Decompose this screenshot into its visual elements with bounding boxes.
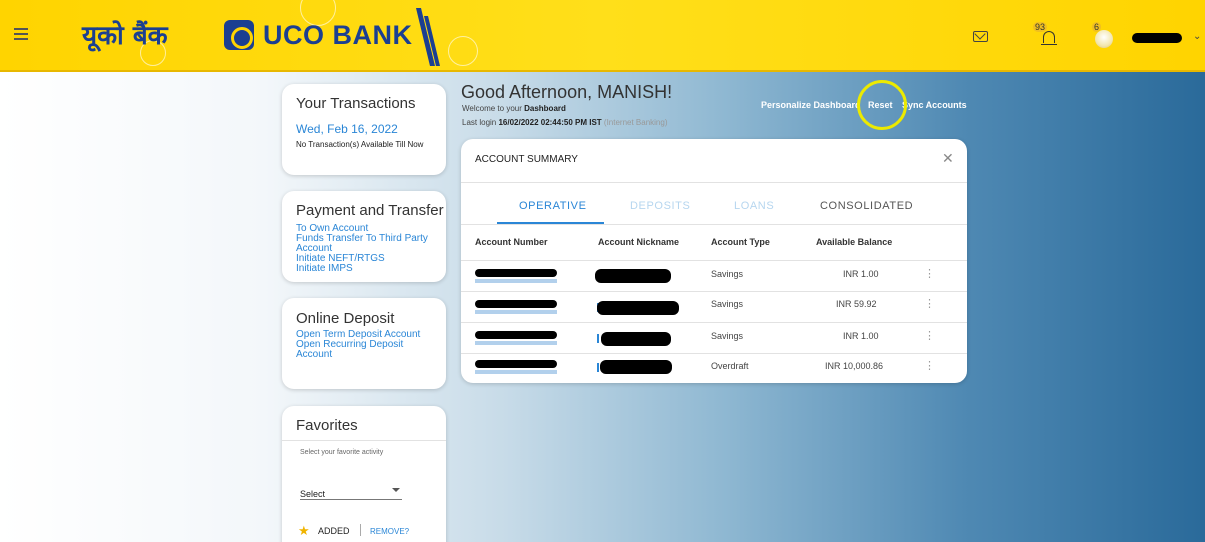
table-row[interactable]: Savings INR 1.00 ⋮ xyxy=(461,260,967,291)
redacted-nickname xyxy=(597,301,679,315)
brand-name-logo: UCO BANK xyxy=(263,20,413,50)
table-row[interactable]: Savings INR 59.92 ⋮ xyxy=(461,291,967,322)
mail-icon[interactable] xyxy=(973,31,988,42)
nickname-link-marker xyxy=(597,334,599,343)
account-balance: INR 1.00 xyxy=(843,331,879,341)
payment-transfer-title: Payment and Transfer xyxy=(296,202,444,219)
account-number-link[interactable] xyxy=(475,279,557,283)
redacted-account-number xyxy=(475,269,557,277)
col-header-nickname: Account Nickname xyxy=(598,237,680,247)
chevron-down-icon[interactable]: ⌄ xyxy=(1193,31,1201,42)
deposit-links: Open Term Deposit Account Open Recurring… xyxy=(296,330,436,360)
favorites-hint: Select your favorite activity xyxy=(300,449,384,456)
header-divider xyxy=(461,182,967,183)
link-open-recurring-deposit[interactable]: Open Recurring Deposit Account xyxy=(296,340,436,360)
payment-links: To Own Account Funds Transfer To Third P… xyxy=(296,224,436,274)
redacted-nickname xyxy=(600,360,672,374)
more-options-icon[interactable]: ⋮ xyxy=(924,297,935,310)
col-header-account-number: Account Number xyxy=(475,237,548,247)
account-type: Overdraft xyxy=(711,361,749,371)
redacted-account-number xyxy=(475,331,557,339)
tab-deposits[interactable]: DEPOSITS xyxy=(630,200,690,212)
tab-consolidated[interactable]: CONSOLIDATED xyxy=(820,200,913,212)
last-login-source: (Internet Banking) xyxy=(603,118,668,127)
account-number-link[interactable] xyxy=(475,341,557,345)
table-row[interactable]: Overdraft INR 10,000.86 ⋮ xyxy=(461,353,967,384)
dropdown-arrow-icon xyxy=(392,488,400,492)
favorites-separator xyxy=(360,524,361,536)
redacted-nickname xyxy=(601,332,671,346)
favorites-remove-link[interactable]: REMOVE? xyxy=(370,527,409,536)
star-icon: ★ xyxy=(298,523,310,538)
last-login-info: Last login 16/02/2022 02:44:50 PM IST (I… xyxy=(462,118,668,127)
account-type: Savings xyxy=(711,269,744,279)
last-login-value: 16/02/2022 02:44:50 PM IST xyxy=(498,118,602,127)
greeting-title: Good Afternoon, MANISH! xyxy=(461,82,673,102)
notifications-button[interactable]: 93 xyxy=(1033,22,1061,50)
profile-button[interactable]: 6 xyxy=(1090,22,1118,50)
transactions-date: Wed, Feb 16, 2022 xyxy=(296,122,398,136)
tabs-divider xyxy=(461,224,967,225)
personalize-dashboard-link[interactable]: Personalize Dashboard xyxy=(761,100,861,110)
account-number-link[interactable] xyxy=(475,370,557,374)
last-login-label: Last login xyxy=(462,118,497,127)
link-third-party-transfer[interactable]: Funds Transfer To Third Party Account xyxy=(296,234,436,254)
account-balance: INR 1.00 xyxy=(843,269,879,279)
favorites-added-label: ADDED xyxy=(318,526,350,536)
more-options-icon[interactable]: ⋮ xyxy=(924,267,935,280)
favorites-select[interactable]: Select xyxy=(300,484,402,499)
select-underline xyxy=(300,499,402,500)
reset-link[interactable]: Reset xyxy=(868,100,893,110)
col-header-balance: Available Balance xyxy=(816,237,893,247)
account-type: Savings xyxy=(711,331,744,341)
sync-accounts-link[interactable]: Sync Accounts xyxy=(902,100,967,110)
avatar xyxy=(1095,30,1113,48)
notification-count-badge: 93 xyxy=(1033,22,1048,32)
more-options-icon[interactable]: ⋮ xyxy=(924,359,935,372)
redacted-account-number xyxy=(475,360,557,368)
tab-operative[interactable]: OPERATIVE xyxy=(519,200,587,212)
favorites-divider xyxy=(282,440,446,441)
col-header-account-type: Account Type xyxy=(711,237,770,247)
redacted-account-number xyxy=(475,300,557,308)
account-summary-title: ACCOUNT SUMMARY xyxy=(475,154,578,165)
brand-slash-mark-icon xyxy=(416,8,440,66)
online-deposit-title: Online Deposit xyxy=(296,310,395,327)
welcome-text: Welcome to your Dashboard xyxy=(462,104,566,113)
online-deposit-card: Online Deposit Open Term Deposit Account… xyxy=(282,298,446,389)
account-summary-card: ACCOUNT SUMMARY ✕ OPERATIVE DEPOSITS LOA… xyxy=(461,139,967,383)
welcome-prefix: Welcome to your xyxy=(462,104,522,113)
table-row[interactable]: Savings INR 1.00 ⋮ xyxy=(461,322,967,353)
account-balance: INR 59.92 xyxy=(836,299,877,309)
transactions-empty-message: No Transaction(s) Available Till Now xyxy=(296,140,424,149)
tab-loans[interactable]: LOANS xyxy=(734,200,774,212)
bell-icon xyxy=(1041,31,1057,45)
redacted-username xyxy=(1132,33,1182,43)
hamburger-menu-icon[interactable] xyxy=(14,28,28,40)
account-number-link[interactable] xyxy=(475,310,557,314)
favorites-select-value: Select xyxy=(300,489,326,499)
favorites-card: Favorites Select your favorite activity … xyxy=(282,406,446,542)
uco-emblem-icon xyxy=(224,20,254,50)
more-options-icon[interactable]: ⋮ xyxy=(924,329,935,342)
welcome-dashboard: Dashboard xyxy=(524,104,566,113)
transactions-card: Your Transactions Wed, Feb 16, 2022 No T… xyxy=(282,84,446,175)
account-balance: INR 10,000.86 xyxy=(825,361,884,371)
top-header-bar: यूको बैंक UCO BANK 93 6 ⌄ xyxy=(0,0,1205,72)
account-type: Savings xyxy=(711,299,744,309)
link-imps[interactable]: Initiate IMPS xyxy=(296,264,436,274)
favorites-title: Favorites xyxy=(296,417,358,434)
decorative-shape xyxy=(448,36,478,66)
nickname-link-marker xyxy=(597,363,599,372)
redacted-nickname xyxy=(595,269,671,283)
transactions-title: Your Transactions xyxy=(296,95,416,112)
close-icon[interactable]: ✕ xyxy=(942,150,954,167)
payment-transfer-card: Payment and Transfer To Own Account Fund… xyxy=(282,191,446,282)
brand-hindi-logo: यूको बैंक xyxy=(82,21,168,51)
